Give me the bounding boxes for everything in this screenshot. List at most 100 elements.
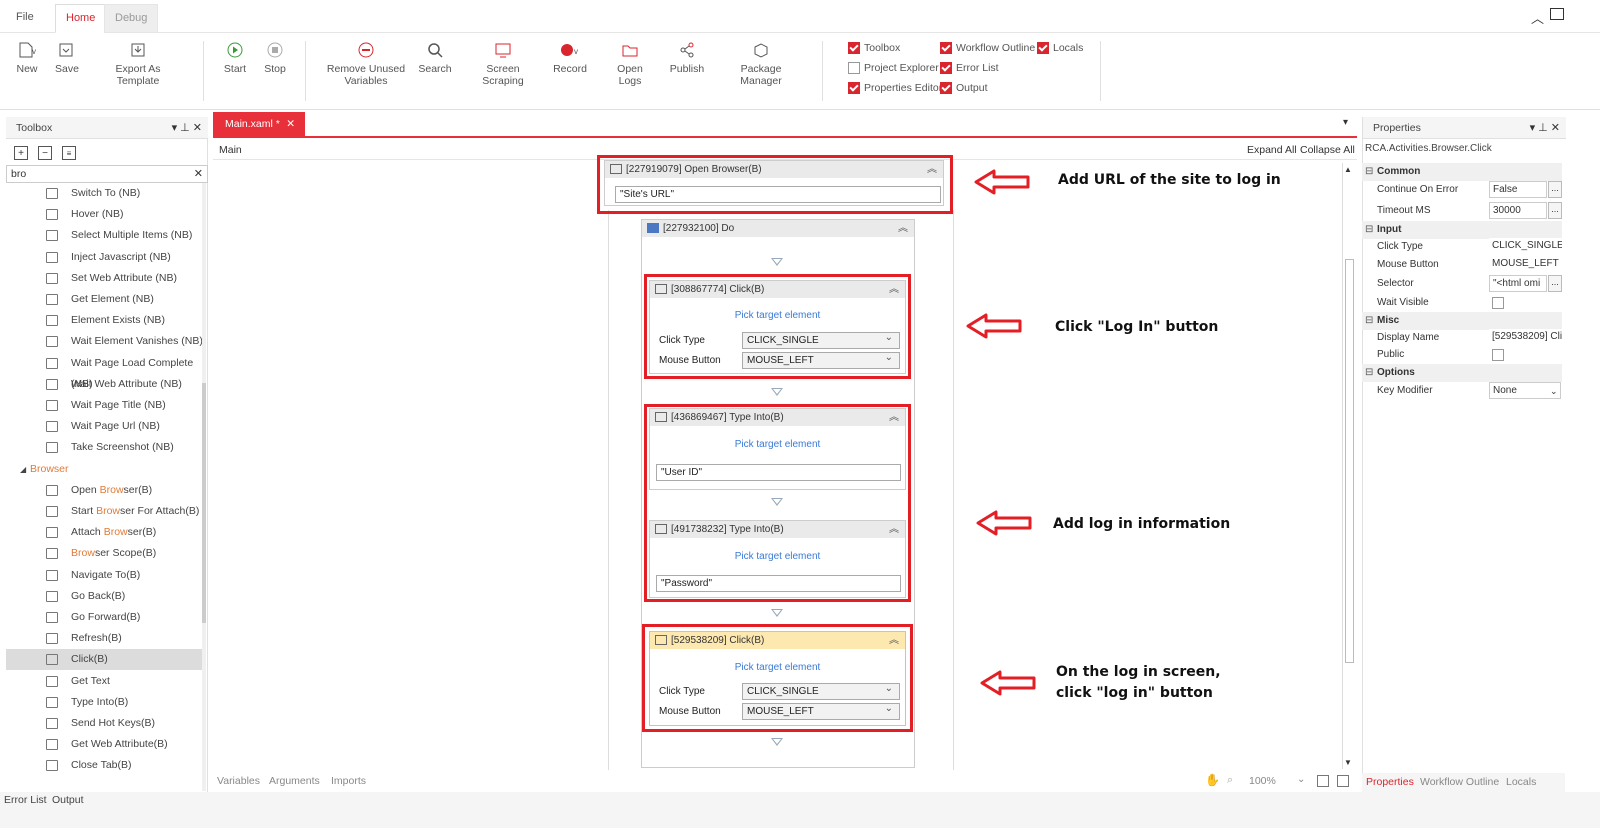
- collapse-chevron-icon[interactable]: ︽: [898, 220, 908, 237]
- public-checkbox[interactable]: [1492, 349, 1504, 361]
- remove-unused-variables-button[interactable]: Remove Unused Variables: [325, 37, 407, 87]
- category-misc[interactable]: Misc: [1362, 312, 1562, 330]
- notification-icon[interactable]: [1550, 8, 1564, 20]
- expand-all-link[interactable]: Expand All: [1247, 144, 1297, 156]
- toolbox-item[interactable]: Close Tab(B): [6, 755, 202, 776]
- toolbox-item[interactable]: Click(B): [6, 649, 202, 671]
- publish-button[interactable]: Publish: [668, 37, 706, 75]
- close-tab-icon[interactable]: ✕: [286, 112, 295, 136]
- wait-visible-checkbox[interactable]: [1492, 297, 1504, 309]
- collapse-all-icon[interactable]: −: [38, 146, 52, 160]
- toolbox-checkbox[interactable]: Toolbox: [848, 42, 900, 54]
- clear-search-icon[interactable]: ✕: [194, 167, 203, 180]
- file-tab[interactable]: File: [6, 4, 44, 33]
- properties-editor-checkbox[interactable]: Properties Editor: [848, 82, 942, 94]
- toolbox-item[interactable]: Start Browser For Attach(B): [6, 501, 202, 522]
- toolbox-item[interactable]: Wait Page Load Complete (NB): [6, 353, 202, 390]
- hand-tool-icon[interactable]: ✋: [1205, 773, 1220, 787]
- toolbox-item[interactable]: Go Forward(B): [6, 607, 202, 628]
- stop-button[interactable]: Stop: [260, 37, 290, 75]
- toolbox-item[interactable]: Wait Web Attribute (NB): [6, 374, 202, 395]
- package-manager-button[interactable]: Package Manager: [720, 37, 802, 87]
- new-file-icon: v: [19, 42, 36, 58]
- toolbox-item[interactable]: Get Element (NB): [6, 289, 202, 310]
- output-checkbox[interactable]: Output: [940, 82, 988, 94]
- toolbox-item[interactable]: Hover (NB): [6, 204, 202, 225]
- toolbox-item[interactable]: Wait Page Url (NB): [6, 416, 202, 437]
- fit-screen-icon[interactable]: [1317, 775, 1329, 787]
- properties-tab[interactable]: Properties: [1366, 776, 1414, 788]
- toolbox-item[interactable]: Select Multiple Items (NB): [6, 225, 202, 246]
- ellipsis-button[interactable]: ...: [1548, 181, 1562, 198]
- designer-scrollbar[interactable]: ▲ ▼: [1342, 163, 1355, 769]
- prop-value[interactable]: [529538209] Clic: [1489, 329, 1562, 346]
- prop-value[interactable]: MOUSE_LEFT: [1489, 256, 1562, 273]
- expand-all-icon[interactable]: +: [14, 146, 28, 160]
- toolbox-search-input[interactable]: bro ✕: [6, 165, 208, 183]
- workflow-outline-checkbox[interactable]: Workflow Outline: [940, 42, 1035, 54]
- toolbox-item[interactable]: Type Into(B): [6, 692, 202, 713]
- project-explorer-checkbox[interactable]: Project Explorer: [848, 62, 939, 74]
- tab-menu-icon[interactable]: ▾: [1343, 117, 1348, 128]
- prop-value[interactable]: CLICK_SINGLE: [1489, 238, 1562, 255]
- locals-checkbox[interactable]: Locals: [1037, 42, 1083, 54]
- toolbox-item[interactable]: Set Web Attribute (NB): [6, 268, 202, 289]
- toolbox-item[interactable]: Attach Browser(B): [6, 522, 202, 543]
- error-list-checkbox[interactable]: Error List: [940, 62, 999, 74]
- toolbox-item[interactable]: Inject Javascript (NB): [6, 247, 202, 268]
- screen-scraping-button[interactable]: Screen Scraping: [465, 37, 541, 87]
- start-button[interactable]: Start: [220, 37, 250, 75]
- record-button[interactable]: v Record: [553, 37, 587, 75]
- zoom-level[interactable]: 100%: [1249, 775, 1276, 787]
- ellipsis-button[interactable]: ...: [1548, 202, 1562, 219]
- export-template-button[interactable]: Export As Template: [93, 37, 183, 87]
- toolbox-item[interactable]: Browser Scope(B): [6, 543, 202, 564]
- category-input[interactable]: Input: [1362, 221, 1562, 239]
- prop-value[interactable]: 30000: [1489, 202, 1547, 219]
- overview-icon[interactable]: [1337, 775, 1349, 787]
- zoom-icon[interactable]: ⌕: [1227, 774, 1233, 787]
- toolbox-item[interactable]: Get Web Attribute(B): [6, 734, 202, 755]
- panel-controls-icon[interactable]: ▾ ⊥ ✕: [172, 117, 202, 139]
- output-tab[interactable]: Output: [52, 794, 84, 806]
- collapse-all-link[interactable]: Collapse All: [1300, 144, 1355, 156]
- toolbox-item[interactable]: Navigate To(B): [6, 565, 202, 586]
- open-logs-button[interactable]: Open Logs: [605, 37, 655, 87]
- workflow-outline-tab[interactable]: Workflow Outline: [1420, 776, 1499, 788]
- imports-tab[interactable]: Imports: [331, 775, 366, 787]
- chevron-down-icon[interactable]: ⌄: [1550, 382, 1558, 400]
- home-tab[interactable]: Home: [55, 4, 107, 33]
- new-button[interactable]: v New: [12, 37, 42, 75]
- toolbox-category-browser[interactable]: ◢ Browser: [6, 459, 202, 480]
- error-list-tab[interactable]: Error List: [4, 794, 47, 806]
- variables-tab[interactable]: Variables: [217, 775, 260, 787]
- toolbox-item[interactable]: Get Text: [6, 671, 202, 692]
- ribbon-separator: [305, 41, 306, 101]
- ellipsis-button[interactable]: ...: [1548, 275, 1562, 292]
- list-view-icon[interactable]: ≡: [62, 146, 76, 160]
- toolbox-item[interactable]: Wait Element Vanishes (NB): [6, 331, 202, 352]
- search-button[interactable]: Search: [417, 37, 453, 75]
- locals-tab[interactable]: Locals: [1506, 776, 1536, 788]
- toolbox-item[interactable]: Open Browser(B): [6, 480, 202, 501]
- panel-controls-icon[interactable]: ▾ ⊥ ✕: [1530, 117, 1560, 139]
- toolbox-item[interactable]: Element Exists (NB): [6, 310, 202, 331]
- collapse-ribbon-icon[interactable]: ︿: [1531, 8, 1544, 27]
- save-button[interactable]: Save: [52, 37, 82, 75]
- activity-icon: [46, 272, 58, 284]
- zoom-dropdown-icon[interactable]: ⌄: [1297, 774, 1305, 785]
- main-xaml-tab[interactable]: Main.xaml * ✕: [213, 112, 305, 136]
- toolbox-item[interactable]: Go Back(B): [6, 586, 202, 607]
- arguments-tab[interactable]: Arguments: [269, 775, 320, 787]
- toolbox-item[interactable]: Switch To (NB): [6, 183, 202, 204]
- toolbox-item[interactable]: Take Screenshot (NB): [6, 437, 202, 458]
- prop-value[interactable]: "<html omi: [1489, 275, 1547, 292]
- category-common[interactable]: Common: [1362, 163, 1562, 181]
- toolbox-item[interactable]: Wait Page Title (NB): [6, 395, 202, 416]
- toolbox-item[interactable]: Send Hot Keys(B): [6, 713, 202, 734]
- toolbox-scrollbar[interactable]: [202, 183, 206, 791]
- debug-tab[interactable]: Debug: [104, 4, 159, 33]
- prop-value[interactable]: False: [1489, 181, 1547, 198]
- category-options[interactable]: Options: [1362, 364, 1562, 382]
- toolbox-item[interactable]: Refresh(B): [6, 628, 202, 649]
